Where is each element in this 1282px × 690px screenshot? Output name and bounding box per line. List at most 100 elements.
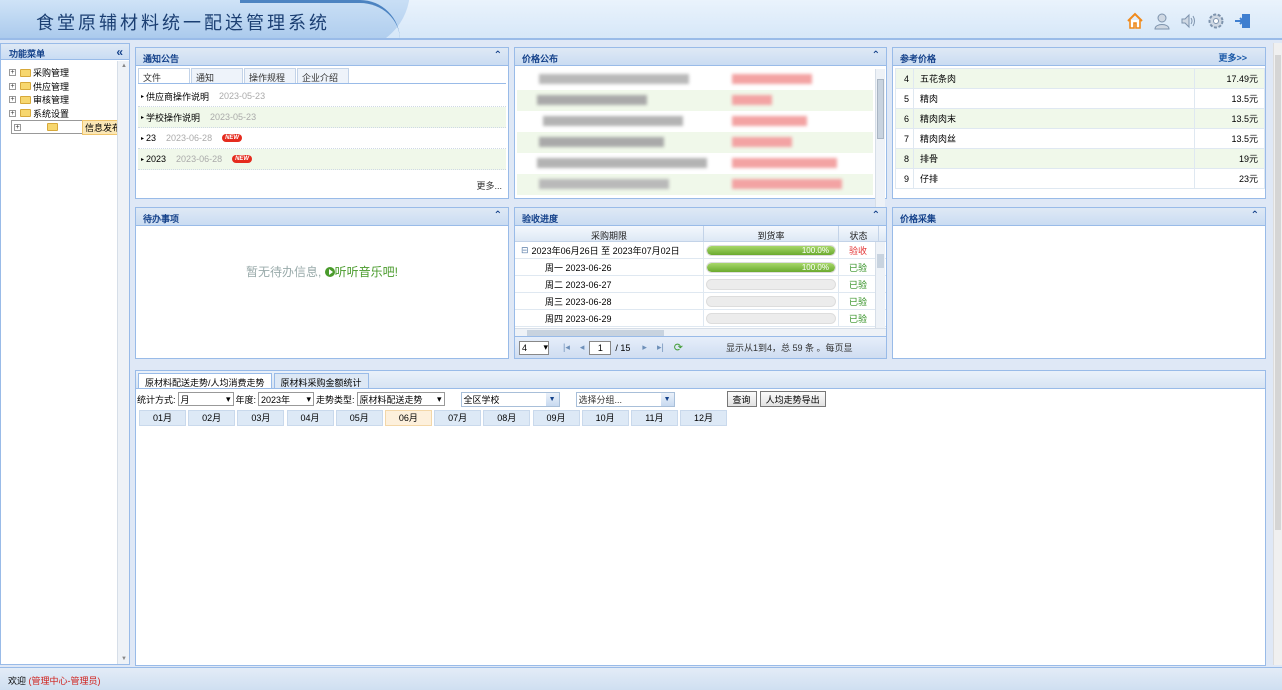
table-row[interactable]: ⊟ 2023年06月26日 至 2023年07月02日 100.0% 验收	[515, 242, 886, 259]
sidebar-item-purchase[interactable]: + 采购管理	[9, 66, 129, 80]
sidebar-scrollbar[interactable]: ▲ ▼	[117, 61, 129, 664]
table-row[interactable]: 周二 2023-06-27 已验	[515, 275, 886, 293]
table-row[interactable]: 6 精肉肉末 13.5元	[895, 108, 1265, 129]
tab-procedure[interactable]: 操作规程	[244, 68, 296, 83]
next-page-icon[interactable]: ▸	[642, 342, 647, 353]
home-icon[interactable]	[1125, 11, 1144, 30]
month-button[interactable]: 03月	[237, 410, 285, 426]
collapse-icon[interactable]: «	[116, 45, 123, 59]
inspection-progress-header: 验收进度 ⌃	[515, 208, 886, 226]
scroll-thumb[interactable]	[877, 79, 884, 139]
column-header-period[interactable]: 采购期限	[515, 226, 704, 241]
year-select[interactable]: 2023年 ▾	[258, 392, 315, 406]
list-item[interactable]: ▸ 学校操作说明 2023-05-23	[138, 107, 506, 128]
collapse-panel-icon[interactable]: ⌃	[872, 210, 880, 221]
trend-type-select[interactable]: 原材料配送走势 ▾	[356, 392, 445, 406]
notice-title[interactable]: 学校操作说明	[146, 111, 200, 124]
table-row[interactable]: 5 精肉 13.5元	[895, 88, 1265, 109]
month-button[interactable]: 09月	[532, 410, 580, 426]
logout-door-icon[interactable]	[1233, 11, 1252, 30]
notice-more-link[interactable]: 更多...	[476, 179, 502, 192]
collapse-panel-icon[interactable]: ⌃	[494, 210, 502, 221]
expand-icon[interactable]: +	[14, 123, 21, 131]
scroll-thumb[interactable]	[1275, 55, 1281, 530]
export-trend-button[interactable]: 人均走势导出	[759, 391, 826, 407]
sidebar-item-publish[interactable]: + 信息发布	[11, 119, 127, 135]
expand-icon[interactable]: +	[9, 82, 16, 90]
expand-icon[interactable]: +	[9, 69, 16, 77]
tab-file[interactable]: 文件	[138, 68, 190, 83]
month-button[interactable]: 05月	[335, 410, 383, 426]
trend-panel: 原材料配送走势/人均消费走势 原材料采购金额统计 统计方式: 月 ▾ 年度: 20…	[135, 370, 1266, 666]
group-combo[interactable]: 选择分组... ▼	[575, 391, 675, 407]
table-row[interactable]: 4 五花条肉 17.49元	[895, 68, 1265, 89]
stat-method-label: 统计方式:	[137, 394, 176, 405]
table-row[interactable]: 7 精肉肉丝 13.5元	[895, 128, 1265, 149]
stat-method-select[interactable]: 月 ▾	[177, 392, 234, 406]
school-combo[interactable]: 全区学校 ▼	[460, 391, 560, 407]
chevron-down-icon[interactable]: ▼	[660, 392, 674, 406]
expand-icon[interactable]: +	[9, 96, 16, 104]
tab-notice[interactable]: 通知	[191, 68, 243, 83]
music-link-text[interactable]: 听听音乐吧!	[335, 265, 398, 279]
collapse-group-icon[interactable]: ⊟	[521, 245, 529, 256]
page-number-input[interactable]: 1	[589, 340, 612, 355]
music-link[interactable]: 听听音乐吧!	[324, 265, 398, 279]
table-row[interactable]: 周四 2023-06-29 已验	[515, 309, 886, 327]
notice-title[interactable]: 2023	[146, 154, 166, 164]
prev-page-icon[interactable]: ◂	[580, 342, 585, 353]
speaker-icon[interactable]	[1179, 11, 1198, 30]
tab-delivery-trend[interactable]: 原材料配送走势/人均消费走势	[138, 373, 272, 388]
item-name: 仔排	[913, 168, 1195, 189]
panel-title: 参考价格	[900, 54, 937, 64]
month-button[interactable]: 07月	[434, 410, 482, 426]
scroll-up-icon[interactable]: ▲	[121, 63, 127, 69]
inspection-grid-header: 采购期限 到货率 状态	[515, 226, 886, 242]
query-button[interactable]: 查询	[726, 391, 757, 407]
tab-purchase-amount[interactable]: 原材料采购金额统计	[273, 373, 369, 388]
column-header-rate[interactable]: 到货率	[704, 226, 839, 241]
user-icon[interactable]	[1152, 11, 1171, 30]
refresh-icon[interactable]: ⟳	[674, 341, 683, 354]
list-item[interactable]: ▸ 供应商操作说明 2023-05-23	[138, 86, 506, 107]
rate-cell	[704, 275, 839, 293]
menu-tree: + 采购管理 + 供应管理 + 审核管理 + 系统设置 + 信息发布	[1, 60, 129, 135]
month-button[interactable]: 06月	[384, 410, 432, 426]
scroll-down-icon[interactable]: ▼	[121, 656, 127, 662]
page-scrollbar[interactable]	[1273, 43, 1282, 665]
notice-title[interactable]: 供应商操作说明	[146, 90, 209, 103]
month-button[interactable]: 11月	[630, 410, 678, 426]
last-page-icon[interactable]: ▸|	[657, 342, 664, 353]
chevron-down-icon[interactable]: ▼	[545, 392, 559, 406]
reference-price-more-link[interactable]: 更多>>	[1218, 51, 1247, 64]
item-price: 13.5元	[1194, 128, 1265, 149]
month-button[interactable]: 08月	[483, 410, 531, 426]
table-row[interactable]: 周三 2023-06-28 已验	[515, 292, 886, 310]
item-name: 精肉肉丝	[913, 128, 1195, 149]
month-button[interactable]: 12月	[680, 410, 728, 426]
list-item[interactable]: ▸ 2023 2023-06-28 NEW	[138, 149, 506, 170]
sidebar-item-review[interactable]: + 审核管理	[9, 93, 129, 107]
month-button[interactable]: 02月	[188, 410, 236, 426]
table-row[interactable]: 8 排骨 19元	[895, 148, 1265, 169]
scroll-thumb[interactable]	[877, 254, 884, 268]
page-size-select[interactable]: 4 ▾	[519, 340, 549, 355]
first-page-icon[interactable]: |◂	[563, 342, 570, 353]
month-button[interactable]: 01月	[139, 410, 186, 426]
table-row[interactable]: 周一 2023-06-26 100.0% 已验	[515, 258, 886, 276]
list-item[interactable]: ▸ 23 2023-06-28 NEW	[138, 128, 506, 149]
column-header-status[interactable]: 状态	[839, 226, 879, 241]
collapse-panel-icon[interactable]: ⌃	[494, 50, 502, 61]
collapse-panel-icon[interactable]: ⌃	[1251, 210, 1259, 221]
grid-scrollbar-vertical[interactable]	[875, 242, 885, 328]
month-button[interactable]: 04月	[286, 410, 334, 426]
month-button[interactable]: 10月	[581, 410, 629, 426]
table-row[interactable]: 9 仔排 23元	[895, 168, 1265, 189]
notice-title[interactable]: 23	[146, 133, 156, 143]
tab-company[interactable]: 企业介绍	[297, 68, 349, 83]
sidebar-item-settings[interactable]: + 系统设置	[9, 107, 129, 121]
expand-icon[interactable]: +	[9, 109, 16, 117]
sidebar-item-supply[interactable]: + 供应管理	[9, 80, 129, 94]
settings-gear-icon[interactable]	[1206, 11, 1225, 30]
collapse-panel-icon[interactable]: ⌃	[872, 50, 880, 61]
